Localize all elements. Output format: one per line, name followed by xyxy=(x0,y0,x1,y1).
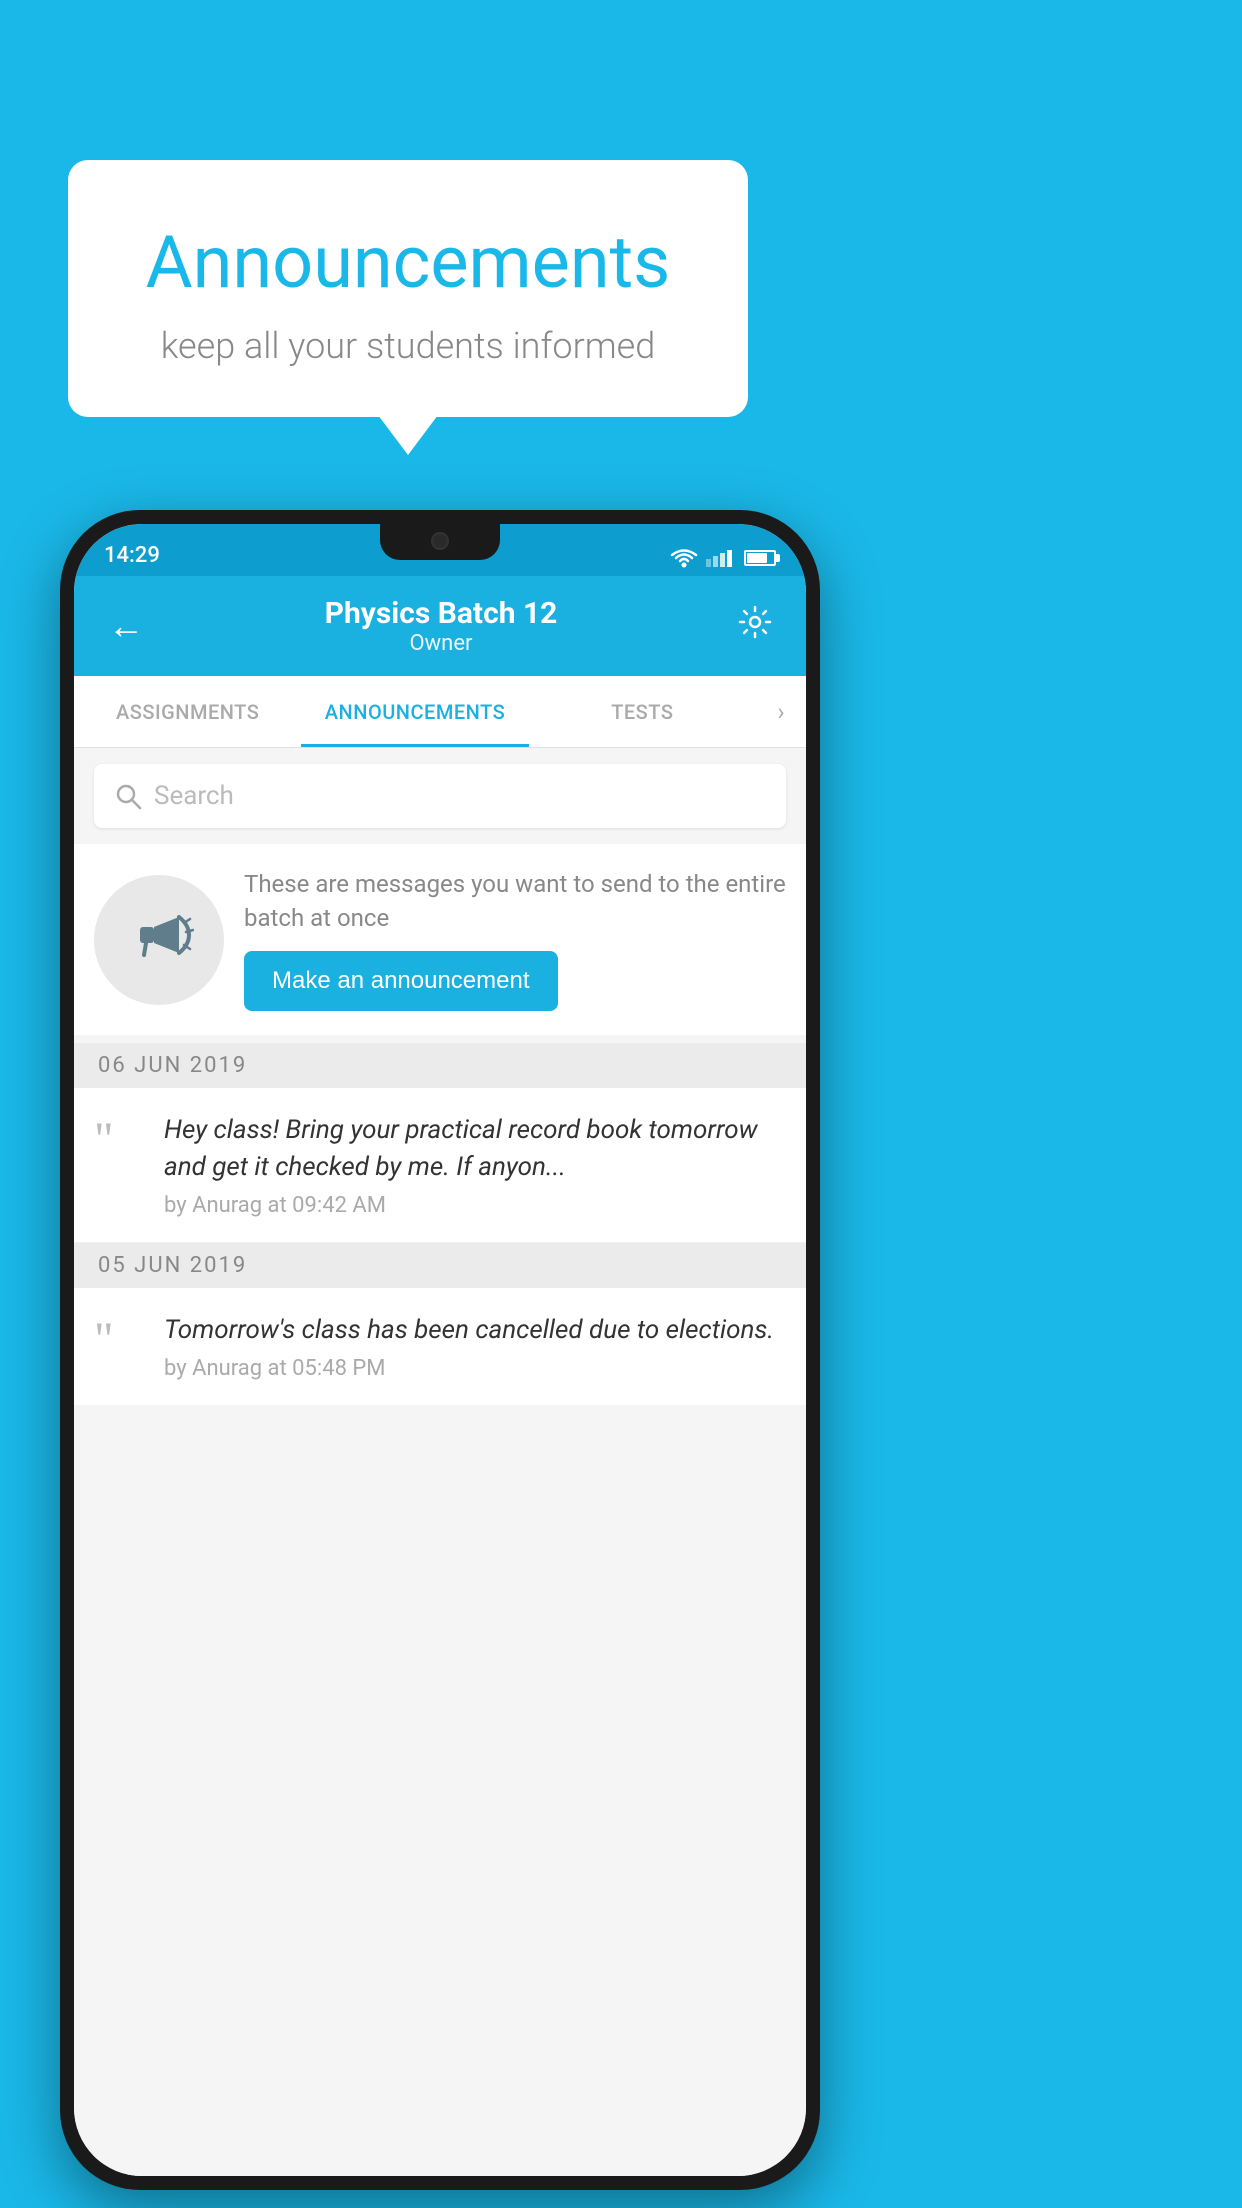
announcement-cta-card: These are messages you want to send to t… xyxy=(74,844,806,1035)
battery-icon xyxy=(744,550,776,566)
announcement-cta-right: These are messages you want to send to t… xyxy=(244,868,786,1011)
announcement-content-1: Hey class! Bring your practical record b… xyxy=(164,1112,786,1218)
content-area: Search xyxy=(74,748,806,2176)
back-button[interactable]: ← xyxy=(98,595,154,657)
announcement-meta-2: by Anurag at 05:48 PM xyxy=(164,1356,786,1381)
app-bar-title-group: Physics Batch 12 Owner xyxy=(154,596,728,656)
speech-bubble-subtitle: keep all your students informed xyxy=(118,325,698,367)
tab-bar: ASSIGNMENTS ANNOUNCEMENTS TESTS › xyxy=(74,676,806,748)
status-icons xyxy=(670,548,776,568)
announcement-meta-1: by Anurag at 09:42 AM xyxy=(164,1193,786,1218)
speech-bubble-container: Announcements keep all your students inf… xyxy=(68,160,748,417)
announcement-text-2: Tomorrow's class has been cancelled due … xyxy=(164,1312,786,1348)
gear-icon xyxy=(738,605,772,639)
phone-screen: 14:29 xyxy=(74,524,806,2176)
wifi-icon xyxy=(670,548,698,568)
app-bar-subtitle: Owner xyxy=(154,631,728,656)
date-separator-2: 05 JUN 2019 xyxy=(74,1243,806,1288)
tab-tests[interactable]: TESTS xyxy=(529,676,756,747)
signal-icon xyxy=(706,550,732,567)
quote-icon-1: " xyxy=(94,1116,144,1164)
phone-notch xyxy=(380,524,500,560)
search-icon xyxy=(114,782,142,810)
phone-outer: 14:29 xyxy=(60,510,820,2190)
announcement-icon-circle xyxy=(94,875,224,1005)
app-bar-title: Physics Batch 12 xyxy=(154,596,728,631)
phone-container: 14:29 xyxy=(60,510,820,2190)
tab-more[interactable]: › xyxy=(756,676,806,747)
announcement-item-1[interactable]: " Hey class! Bring your practical record… xyxy=(74,1088,806,1243)
settings-button[interactable] xyxy=(728,595,782,657)
make-announcement-button[interactable]: Make an announcement xyxy=(244,951,558,1011)
app-bar: ← Physics Batch 12 Owner xyxy=(74,576,806,676)
tab-assignments[interactable]: ASSIGNMENTS xyxy=(74,676,301,747)
status-time: 14:29 xyxy=(104,543,160,568)
announcement-item-2[interactable]: " Tomorrow's class has been cancelled du… xyxy=(74,1288,806,1405)
speech-bubble: Announcements keep all your students inf… xyxy=(68,160,748,417)
search-bar[interactable]: Search xyxy=(94,764,786,828)
announcement-text-1: Hey class! Bring your practical record b… xyxy=(164,1112,786,1185)
search-placeholder: Search xyxy=(154,781,234,811)
front-camera xyxy=(431,532,449,550)
quote-icon-2: " xyxy=(94,1316,144,1364)
tab-announcements[interactable]: ANNOUNCEMENTS xyxy=(301,676,528,747)
announcement-cta-description: These are messages you want to send to t… xyxy=(244,868,786,935)
speech-bubble-title: Announcements xyxy=(118,220,698,305)
megaphone-icon xyxy=(124,905,194,975)
announcement-content-2: Tomorrow's class has been cancelled due … xyxy=(164,1312,786,1381)
date-separator-1: 06 JUN 2019 xyxy=(74,1043,806,1088)
